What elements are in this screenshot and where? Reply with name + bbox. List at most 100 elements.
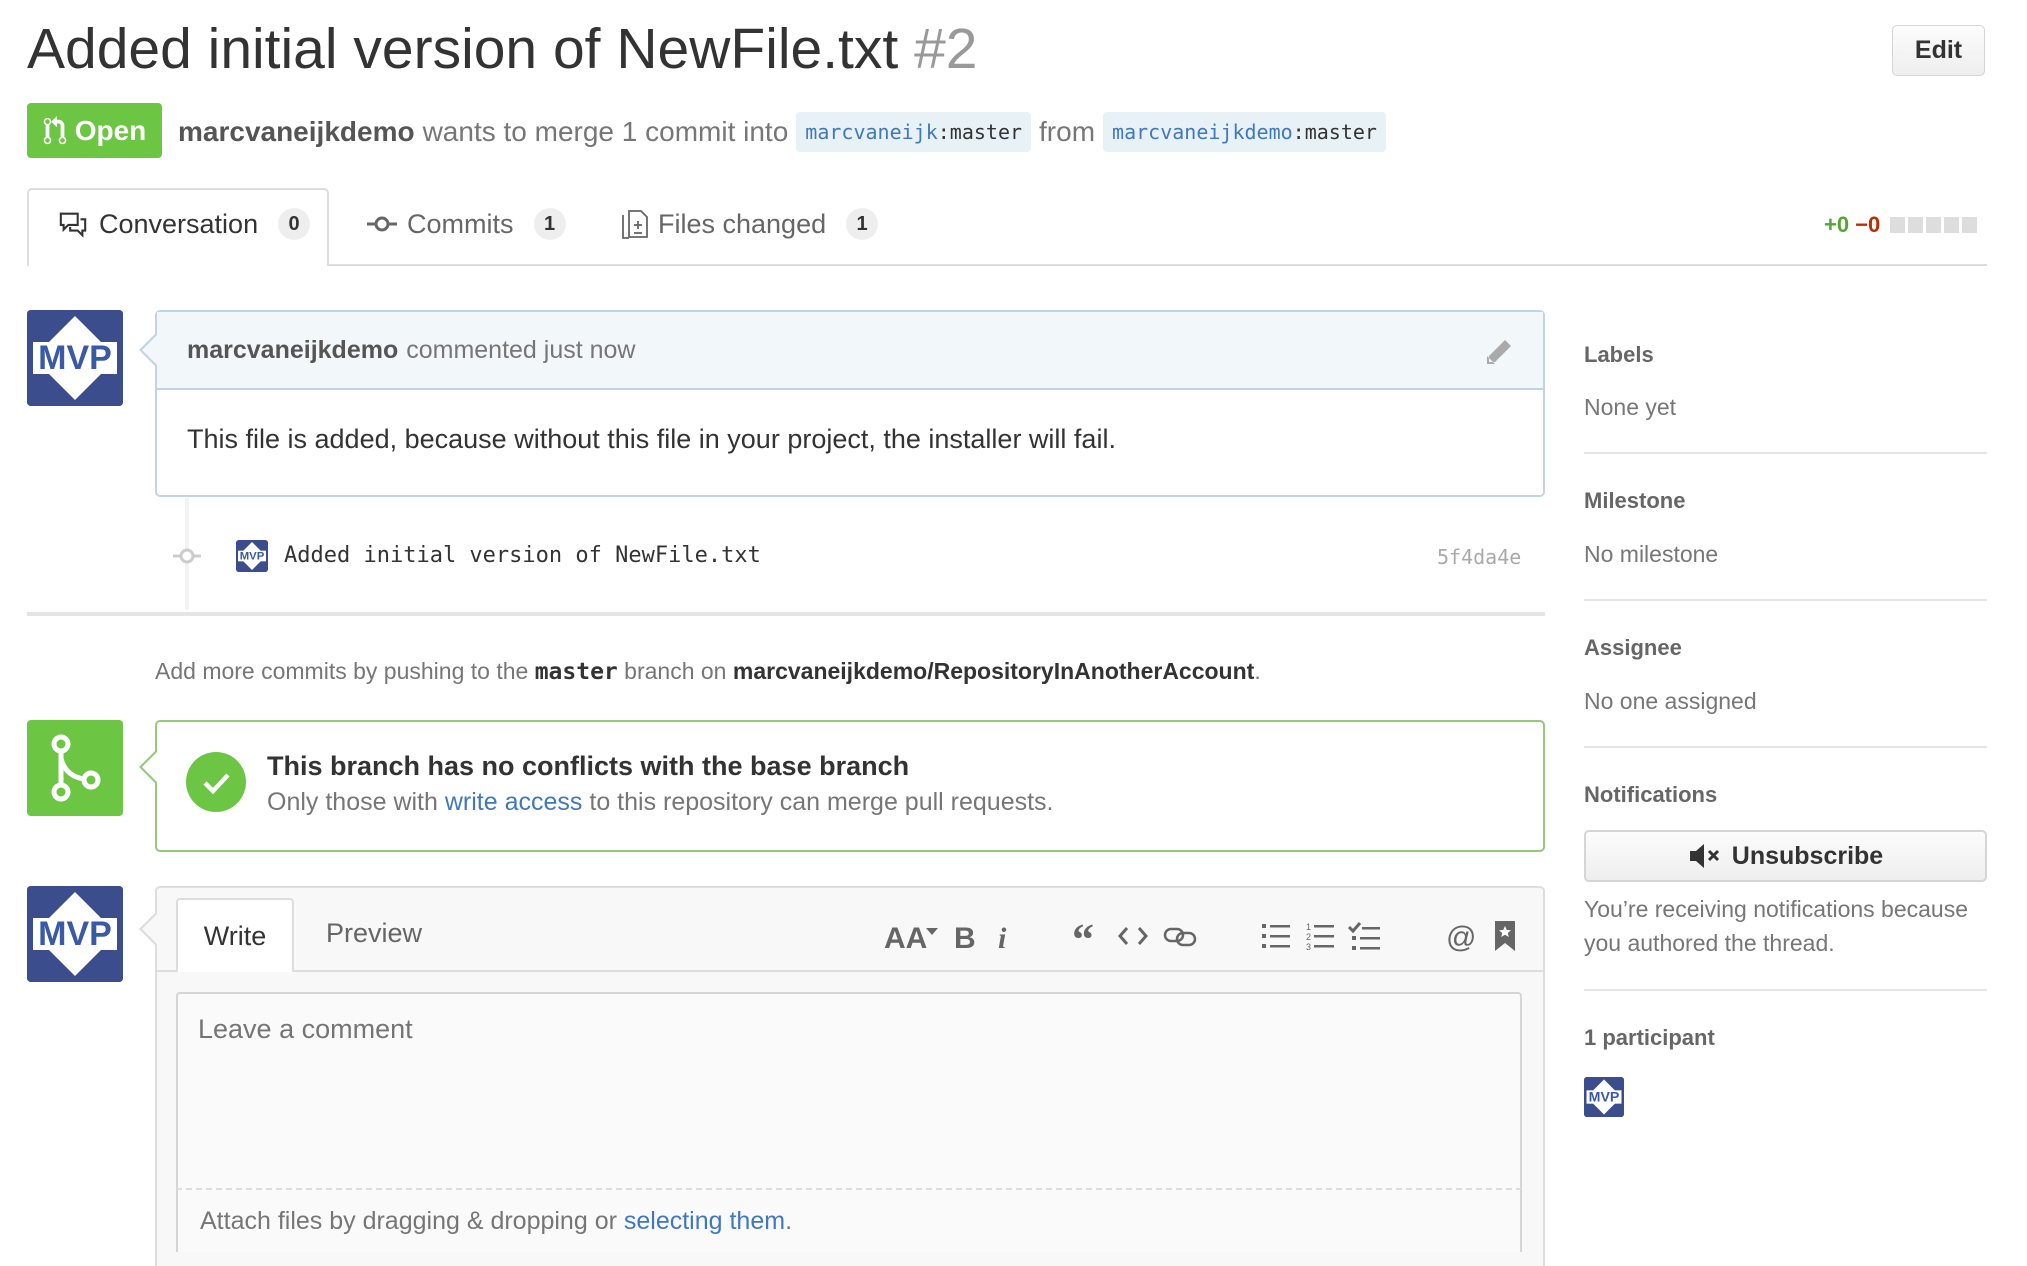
comment-timestamp: commented just now bbox=[406, 335, 636, 364]
mute-icon bbox=[1689, 844, 1719, 868]
push-hint-prefix: Add more commits by pushing to the bbox=[155, 658, 529, 684]
new-comment-tab-divider bbox=[157, 970, 1543, 972]
participants-heading: 1 participant bbox=[1584, 1025, 1715, 1050]
mvp-logo-icon: MVP bbox=[27, 886, 123, 982]
avatar-text: MVP bbox=[38, 915, 112, 953]
svg-text:@: @ bbox=[1446, 921, 1476, 952]
avatar[interactable]: MVP bbox=[27, 886, 123, 982]
notifications-heading: Notifications bbox=[1584, 782, 1718, 807]
bookmark-icon[interactable] bbox=[1494, 916, 1516, 956]
svg-text:1: 1 bbox=[1306, 922, 1311, 932]
avatar[interactable]: MVP bbox=[27, 310, 123, 406]
base-branch: :master bbox=[937, 120, 1023, 144]
attach-prefix: Attach files by dragging & dropping or bbox=[200, 1206, 617, 1235]
quote-icon[interactable]: “ bbox=[1072, 916, 1102, 956]
push-hint-repo: marcvaneijkdemo/RepositoryInAnotherAccou… bbox=[732, 658, 1255, 684]
labels-value: None yet bbox=[1584, 394, 1677, 420]
pr-number: #2 bbox=[914, 17, 978, 81]
pr-author-link[interactable]: marcvaneijkdemo bbox=[178, 116, 415, 148]
link-icon[interactable] bbox=[1163, 916, 1197, 956]
tab-files-changed[interactable]: Files changed 1 bbox=[622, 208, 879, 240]
tab-conversation[interactable]: Conversation 0 bbox=[57, 208, 311, 240]
push-hint-middle: branch on bbox=[624, 658, 727, 684]
select-files-link[interactable]: selecting them bbox=[624, 1207, 785, 1236]
git-commit-icon bbox=[367, 216, 397, 232]
push-hint: Add more commits by pushing to the maste… bbox=[155, 658, 1261, 685]
tab-write[interactable]: Write bbox=[176, 898, 294, 972]
avatar-text: MVP bbox=[240, 551, 265, 563]
push-hint-suffix: . bbox=[1254, 658, 1261, 684]
sidebar-divider bbox=[1584, 452, 1987, 454]
pencil-icon[interactable] bbox=[1485, 338, 1513, 366]
check-icon bbox=[186, 752, 246, 812]
text-size-icon[interactable]: AA bbox=[884, 916, 940, 956]
assignee-heading[interactable]: Assignee bbox=[1584, 635, 1682, 661]
diff-icon bbox=[622, 210, 648, 239]
diffstat-block bbox=[1908, 217, 1924, 233]
tab-counter: 0 bbox=[278, 208, 311, 240]
timeline-divider bbox=[27, 612, 1545, 616]
mvp-logo-icon: MVP bbox=[27, 310, 123, 406]
comment-box: marcvaneijkdemo commented just now This … bbox=[155, 310, 1545, 497]
new-comment-pointer-fill bbox=[142, 914, 157, 944]
merge-status-box bbox=[155, 720, 1545, 852]
milestone-heading[interactable]: Milestone bbox=[1584, 488, 1685, 514]
tab-preview[interactable]: Preview bbox=[326, 918, 422, 949]
merge-status-subtitle: Only those with write access to this rep… bbox=[267, 788, 1054, 817]
diffstat: +0 −0 bbox=[1824, 212, 1978, 238]
merge-status-title: This branch has no conflicts with the ba… bbox=[267, 751, 910, 781]
sidebar-divider bbox=[1584, 746, 1987, 748]
merge-sub-suffix: to this repository can merge pull reques… bbox=[589, 788, 1054, 816]
code-icon[interactable] bbox=[1118, 916, 1148, 956]
base-user: marcvaneijk bbox=[805, 120, 938, 144]
labels-heading[interactable]: Labels bbox=[1584, 342, 1654, 368]
avatar-text: MVP bbox=[1589, 1090, 1620, 1106]
write-access-link[interactable]: write access bbox=[445, 788, 583, 816]
commit-message-link[interactable]: Added initial version of NewFile.txt bbox=[284, 543, 761, 568]
comment-pointer-fill bbox=[142, 335, 157, 365]
pr-meta: marcvaneijkdemo wants to merge 1 commit … bbox=[178, 112, 1394, 152]
comment-author-link[interactable]: marcvaneijkdemo bbox=[187, 336, 398, 365]
mention-icon[interactable]: @ bbox=[1446, 916, 1476, 956]
commit-sha-link[interactable]: 5f4da4e bbox=[1437, 545, 1521, 569]
comment-discussion-icon bbox=[59, 212, 87, 238]
edit-button[interactable]: Edit bbox=[1892, 25, 1985, 76]
unsubscribe-button[interactable]: Unsubscribe bbox=[1584, 830, 1987, 882]
svg-text:3: 3 bbox=[1306, 942, 1311, 951]
base-ref[interactable]: marcvaneijk:master bbox=[796, 112, 1032, 152]
mvp-logo-icon: MVP bbox=[236, 540, 268, 572]
push-hint-branch: master bbox=[534, 659, 618, 685]
unordered-list-icon[interactable] bbox=[1262, 916, 1292, 956]
svg-text:i: i bbox=[998, 922, 1007, 954]
tab-label: Files changed bbox=[658, 208, 827, 239]
svg-text:“: “ bbox=[1072, 918, 1094, 954]
assignee-value: No one assigned bbox=[1584, 688, 1757, 714]
status-badge: Open bbox=[27, 103, 162, 158]
tab-commits[interactable]: Commits 1 bbox=[367, 208, 566, 240]
mvp-logo-icon: MVP bbox=[1584, 1077, 1624, 1117]
head-ref[interactable]: marcvaneijkdemo:master bbox=[1103, 112, 1386, 152]
tab-counter: 1 bbox=[533, 208, 566, 240]
ordered-list-icon[interactable]: 123 bbox=[1306, 916, 1336, 956]
bold-icon[interactable]: B bbox=[952, 916, 978, 956]
git-commit-icon bbox=[173, 548, 201, 564]
status-label: Open bbox=[74, 114, 147, 146]
git-pull-request-icon bbox=[43, 115, 66, 144]
tab-label: Conversation bbox=[99, 208, 259, 239]
diffstat-blocks bbox=[1890, 217, 1978, 233]
commit-avatar[interactable]: MVP bbox=[236, 540, 268, 572]
diffstat-block bbox=[1962, 217, 1978, 233]
notifications-reason: You’re receiving notifications because y… bbox=[1584, 896, 1969, 956]
task-list-icon[interactable] bbox=[1348, 916, 1382, 956]
merge-text: wants to merge 1 commit into bbox=[422, 116, 789, 147]
sidebar-divider bbox=[1584, 989, 1987, 991]
comment-body: This file is added, because without this… bbox=[187, 424, 1116, 454]
italic-icon[interactable]: i bbox=[994, 916, 1014, 956]
milestone-value: No milestone bbox=[1584, 541, 1719, 567]
tab-counter: 1 bbox=[846, 208, 879, 240]
svg-text:AA: AA bbox=[884, 922, 927, 954]
attach-files-bar[interactable]: Attach files by dragging & dropping or s… bbox=[176, 1188, 1522, 1252]
from-text: from bbox=[1039, 116, 1096, 147]
participant-avatar[interactable]: MVP bbox=[1584, 1077, 1624, 1117]
page-title: Added initial version of NewFile.txt #2 bbox=[27, 16, 977, 82]
